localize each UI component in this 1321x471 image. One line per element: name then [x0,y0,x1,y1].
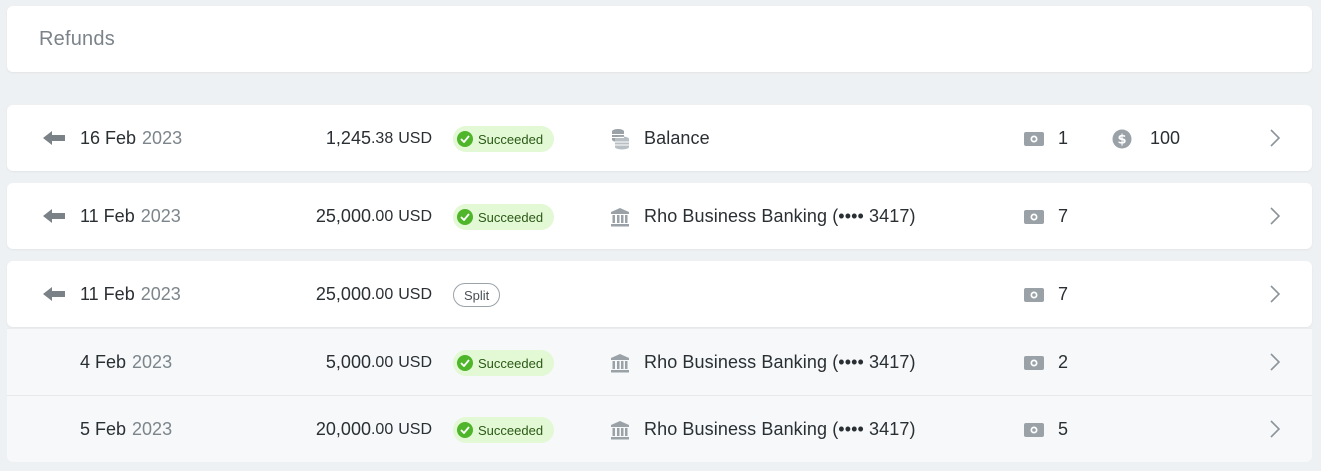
arrow-left-icon [41,206,67,226]
status-label: Succeeded [478,422,544,438]
banknote-icon [1023,286,1045,304]
check-circle-icon [457,131,473,147]
bank-icon [609,352,631,374]
amount-cents: .00 [370,353,394,371]
amount-cents: .00 [370,285,394,303]
row-amount: 20,000.00 USD [316,419,432,440]
amount-cents: .00 [370,420,394,438]
amount-currency: USD [398,207,432,225]
amount-cents: .00 [370,207,394,225]
document-count: 1 [1058,128,1069,148]
check-circle-icon [457,422,473,438]
payment-method: Rho Business Banking (•••• 3417) [644,419,916,439]
row-amount: 5,000.00 USD [326,352,432,373]
status-label: Succeeded [478,355,544,371]
table-row[interactable]: 11 Feb 2023 25,000.00 USD Split 7 [7,261,1312,327]
chevron-right-icon[interactable] [1267,284,1283,304]
row-date: 11 Feb 2023 [80,206,181,227]
date-year: 2023 [132,352,173,372]
row-amount: 25,000.00 USD [316,206,432,227]
status-label: Succeeded [478,209,544,225]
check-circle-icon [457,355,473,371]
table-row[interactable]: 16 Feb 2023 1,245.38 USD Succeeded Balanc… [7,105,1312,171]
banknote-icon [1023,421,1045,439]
amount-cents: .38 [370,129,394,147]
document-count: 7 [1058,206,1069,226]
date-day: 11 Feb [80,206,135,226]
amount-currency: USD [398,285,432,303]
chevron-right-icon[interactable] [1267,419,1283,439]
amount-whole: 25,000 [315,284,371,304]
arrow-left-icon [41,284,67,304]
row-date: 4 Feb 2023 [80,352,172,373]
refunds-header: Refunds [7,6,1312,72]
document-count: 5 [1058,419,1069,439]
svg-text:$: $ [1117,133,1126,148]
payment-method: Rho Business Banking (•••• 3417) [644,206,916,226]
split-child-row[interactable]: 5 Feb 2023 20,000.00 USD Succeeded Rho Bu… [7,395,1312,462]
bank-icon [609,206,631,228]
chevron-right-icon[interactable] [1267,352,1283,372]
coins-stack-icon [609,128,631,150]
date-day: 4 Feb [80,352,127,372]
status-badge: Succeeded [453,126,555,152]
row-date: 11 Feb 2023 [80,284,181,305]
status-badge: Succeeded [453,417,555,443]
amount-currency: USD [398,129,432,147]
banknote-icon [1023,130,1045,148]
table-row[interactable]: 11 Feb 2023 25,000.00 USD Succeeded Rho B… [7,183,1312,249]
amount-whole: 20,000 [315,419,371,439]
amount-whole: 5,000 [325,352,371,372]
date-year: 2023 [140,284,181,304]
coin-count: 100 [1150,128,1181,148]
status-badge: Succeeded [453,204,555,230]
amount-currency: USD [398,420,432,438]
page-title: Refunds [39,28,115,50]
date-day: 11 Feb [80,284,135,304]
status-label: Succeeded [478,131,544,147]
date-day: 5 Feb [80,419,127,439]
amount-whole: 1,245 [325,128,371,148]
document-count: 2 [1058,352,1069,372]
split-child-row[interactable]: 4 Feb 2023 5,000.00 USD Succeeded Rho Bus… [7,328,1312,395]
date-year: 2023 [132,419,173,439]
payment-method: Rho Business Banking (•••• 3417) [644,352,916,372]
payment-method: Balance [644,128,710,148]
row-date: 16 Feb 2023 [80,128,182,149]
amount-whole: 25,000 [315,206,371,226]
banknote-icon [1023,354,1045,372]
bank-icon [609,419,631,441]
arrow-left-icon [41,128,67,148]
amount-currency: USD [398,353,432,371]
chevron-right-icon[interactable] [1267,206,1283,226]
row-amount: 25,000.00 USD [316,284,432,305]
status-badge: Succeeded [453,350,555,376]
row-amount: 1,245.38 USD [326,128,432,149]
date-year: 2023 [142,128,183,148]
split-badge: Split [453,283,501,307]
banknote-icon [1023,208,1045,226]
dollar-coin-icon: $ [1112,129,1132,149]
date-day: 16 Feb [80,128,137,148]
row-date: 5 Feb 2023 [80,419,172,440]
date-year: 2023 [140,206,181,226]
check-circle-icon [457,209,473,225]
chevron-right-icon[interactable] [1267,128,1283,148]
document-count: 7 [1058,284,1069,304]
